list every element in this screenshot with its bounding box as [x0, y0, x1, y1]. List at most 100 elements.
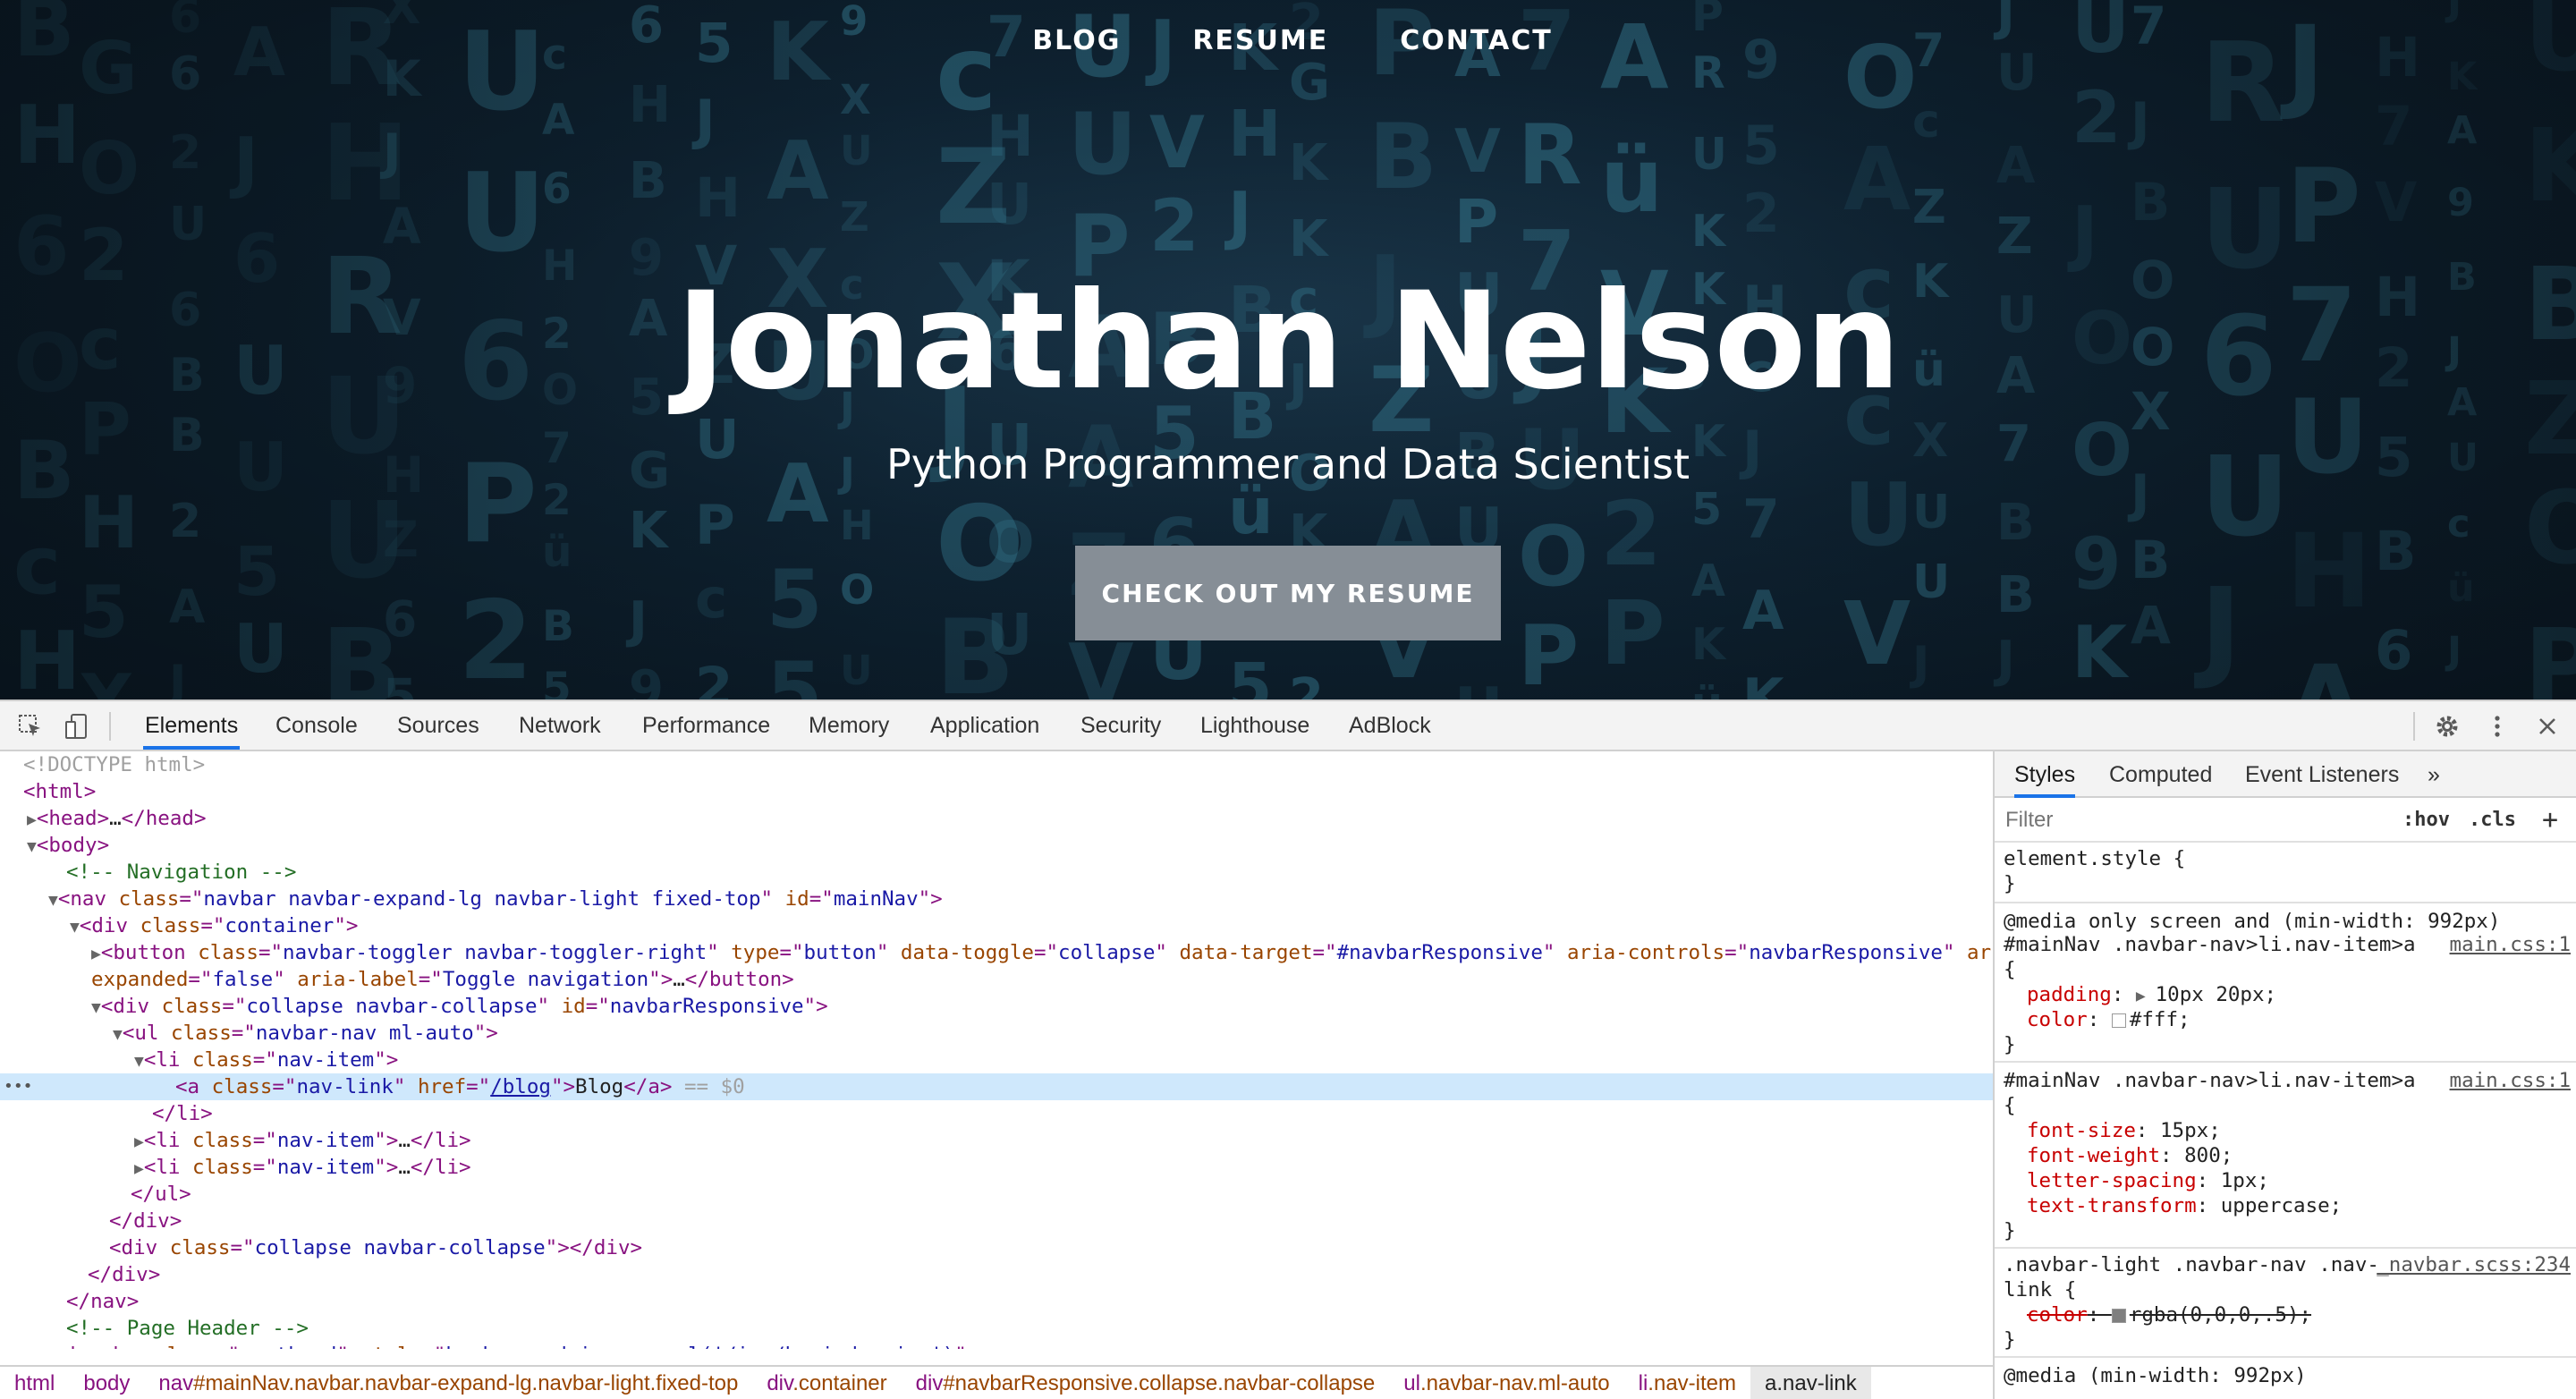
dom-line-nav[interactable]: ▼<nav class="navbar navbar-expand-lg nav… — [0, 886, 1993, 912]
dom-line-div-container[interactable]: ▼<div class="container"> — [0, 912, 1993, 939]
dom-line-button-toggler-cont[interactable]: expanded="false" aria-label="Toggle navi… — [0, 966, 1993, 993]
prop-value: #fff; — [2129, 1008, 2190, 1031]
prop-letter-spacing[interactable]: letter-spacing: 1px; — [2004, 1168, 2572, 1193]
tab-styles[interactable]: Styles — [2014, 751, 2076, 798]
rule-element-style[interactable]: element.style { — [2004, 846, 2572, 871]
tab-console[interactable]: Console — [274, 701, 360, 750]
dom-line-div-collapse-2[interactable]: <div class="collapse navbar-collapse"></… — [0, 1234, 1993, 1261]
dom-line-html[interactable]: <html> — [0, 778, 1993, 805]
color-swatch-white[interactable] — [2111, 1013, 2126, 1028]
dom-line-button-toggler[interactable]: ▶<button class="navbar-toggler navbar-to… — [0, 939, 1993, 966]
dom-line-li-1-close[interactable]: </li> — [0, 1100, 1993, 1127]
styles-tabbar: Styles Computed Event Listeners » — [1995, 751, 2576, 798]
toolbar-divider — [2413, 712, 2415, 741]
source-link-navbar-scss[interactable]: _navbar.scss:234 — [2377, 1252, 2571, 1277]
dom-line-a-selected[interactable]: ••• <a class="nav-link" href="/blog">Blog… — [0, 1073, 1993, 1100]
dom-line-li-2[interactable]: ▶<li class="nav-item">…</li> — [0, 1127, 1993, 1154]
breadcrumb-a-active[interactable]: a.nav-link — [1750, 1367, 1871, 1399]
prop-text-transform[interactable]: text-transform: uppercase; — [2004, 1193, 2572, 1218]
dom-line-li-3[interactable]: ▶<li class="nav-item">…</li> — [0, 1154, 1993, 1181]
nav-link-blog[interactable]: BLOG — [1032, 25, 1121, 56]
breadcrumb-nav[interactable]: nav#mainNav.navbar.navbar-expand-lg.navb… — [144, 1367, 752, 1399]
nav-link-contact[interactable]: CONTACT — [1400, 25, 1552, 56]
class-toggle[interactable]: .cls — [2469, 805, 2516, 835]
dom-line-comment-header[interactable]: <!-- Page Header --> — [0, 1315, 1993, 1342]
crumb-tag: div — [915, 1371, 944, 1395]
devtools-tabbar: Elements Console Sources Network Perform… — [0, 701, 2576, 751]
crumb-classes: .nav-link — [1776, 1371, 1857, 1395]
link-text: Blog — [575, 1075, 624, 1098]
close-icon[interactable] — [2529, 708, 2565, 744]
elements-dom-tree[interactable]: <!DOCTYPE html> <html> ▶<head>…</head> ▼… — [0, 751, 1993, 1349]
check-out-resume-button[interactable]: CHECK OUT MY RESUME — [1075, 546, 1501, 640]
tab-adblock[interactable]: AdBlock — [1347, 701, 1433, 750]
dom-line-head[interactable]: ▶<head>…</head> — [0, 805, 1993, 832]
tab-computed[interactable]: Computed — [2109, 751, 2212, 798]
tab-memory[interactable]: Memory — [807, 701, 891, 750]
breadcrumb-body[interactable]: body — [69, 1367, 144, 1399]
source-link-row: _navbar.scss:234 — [2004, 1252, 2572, 1277]
tab-application[interactable]: Application — [928, 701, 1041, 750]
breadcrumb-div-navbar-responsive[interactable]: div#navbarResponsive.collapse.navbar-col… — [902, 1367, 1390, 1399]
doctype-text: <!DOCTYPE html> — [23, 753, 206, 776]
tab-lighthouse[interactable]: Lighthouse — [1199, 701, 1311, 750]
href-link[interactable]: /blog — [490, 1075, 551, 1098]
prop-color[interactable]: color: #fff; — [2004, 1007, 2572, 1032]
breadcrumb-ul[interactable]: ul.navbar-nav.ml-auto — [1389, 1367, 1623, 1399]
inspect-element-icon[interactable] — [13, 708, 48, 744]
prop-value: 800; — [2184, 1144, 2233, 1167]
breadcrumb-html[interactable]: html — [0, 1367, 69, 1399]
dom-line-div-container-close[interactable]: </div> — [0, 1261, 1993, 1288]
dom-line-body[interactable]: ▼<body> — [0, 832, 1993, 859]
device-toolbar-icon[interactable] — [59, 708, 95, 744]
prop-font-weight[interactable]: font-weight: 800; — [2004, 1143, 2572, 1168]
dom-line-ul[interactable]: ▼<ul class="navbar-nav ml-auto"> — [0, 1020, 1993, 1047]
dom-line-nav-close[interactable]: </nav> — [0, 1288, 1993, 1315]
dom-line-li-1[interactable]: ▼<li class="nav-item"> — [0, 1047, 1993, 1073]
dom-line-div-collapse[interactable]: ▼<div class="collapse navbar-collapse" i… — [0, 993, 1993, 1020]
dom-line-div-collapse-close[interactable]: </div> — [0, 1208, 1993, 1234]
media-query-min-992: @media (min-width: 992px) — [2004, 1364, 2307, 1387]
tab-performance[interactable]: Performance — [640, 701, 772, 750]
rule-close-brace: } — [2004, 1328, 2016, 1352]
source-link-main-css[interactable]: main.css:1 — [2450, 932, 2571, 957]
prop-name: font-size — [2027, 1119, 2136, 1142]
ellipsis-icon[interactable]: ••• — [4, 1073, 33, 1100]
source-link-main-css[interactable]: main.css:1 — [2450, 1068, 2571, 1093]
settings-gear-icon[interactable] — [2429, 708, 2465, 744]
prop-font-size[interactable]: font-size: 15px; — [2004, 1118, 2572, 1143]
expand-triangle-icon[interactable]: ▶ — [2136, 987, 2156, 1005]
prop-color-overridden[interactable]: color: rgba(0,0,0,.5); — [2004, 1302, 2572, 1327]
dom-line-ul-close[interactable]: </ul> — [0, 1181, 1993, 1208]
dom-line-comment-nav[interactable]: <!-- Navigation --> — [0, 859, 1993, 886]
dom-breadcrumb: html body nav#mainNav.navbar.navbar-expa… — [0, 1365, 1993, 1399]
tab-network[interactable]: Network — [517, 701, 603, 750]
prop-name: text-transform — [2027, 1194, 2197, 1217]
breadcrumb-li[interactable]: li.nav-item — [1624, 1367, 1750, 1399]
tab-elements[interactable]: Elements — [143, 701, 241, 750]
crumb-classes: #navbarResponsive.collapse.navbar-collap… — [943, 1371, 1376, 1395]
nav-link-resume[interactable]: RESUME — [1192, 25, 1328, 56]
more-options-icon[interactable] — [2479, 708, 2515, 744]
prop-value: 10px 20px; — [2155, 983, 2277, 1006]
prop-value: 15px; — [2160, 1119, 2221, 1142]
color-swatch-gray[interactable] — [2111, 1308, 2126, 1323]
prop-name: color — [2027, 1303, 2088, 1327]
media-query-992: @media only screen and (min-width: 992px… — [2004, 910, 2501, 933]
hover-state-toggle[interactable]: :hov — [2402, 805, 2450, 835]
tab-sources[interactable]: Sources — [395, 701, 481, 750]
rule-selector-mainnav-padding[interactable]: #mainNav .navbar-nav>li.nav-item>a main.c… — [2004, 932, 2572, 957]
rule-selector-mainnav-font[interactable]: #mainNav .navbar-nav>li.nav-item>a main.c… — [2004, 1068, 2572, 1093]
dom-line-header[interactable]: ▼<header class="masthead" style="backgro… — [0, 1342, 1993, 1349]
dom-line-doctype[interactable]: <!DOCTYPE html> — [0, 751, 1993, 778]
more-tabs-chevron-icon[interactable]: » — [2428, 751, 2440, 798]
styles-filter-input[interactable] — [1998, 805, 2383, 835]
hero-subtitle: Python Programmer and Data Scientist — [886, 440, 1690, 488]
tab-security[interactable]: Security — [1079, 701, 1163, 750]
prop-padding[interactable]: padding: ▶ 10px 20px; — [2004, 982, 2572, 1007]
new-style-rule-icon[interactable]: + — [2542, 805, 2558, 835]
breadcrumb-div-container[interactable]: div.container — [752, 1367, 901, 1399]
comment-page-header: <!-- Page Header --> — [66, 1317, 309, 1340]
crumb-tag: a — [1765, 1371, 1777, 1395]
tab-event-listeners[interactable]: Event Listeners — [2245, 751, 2399, 798]
